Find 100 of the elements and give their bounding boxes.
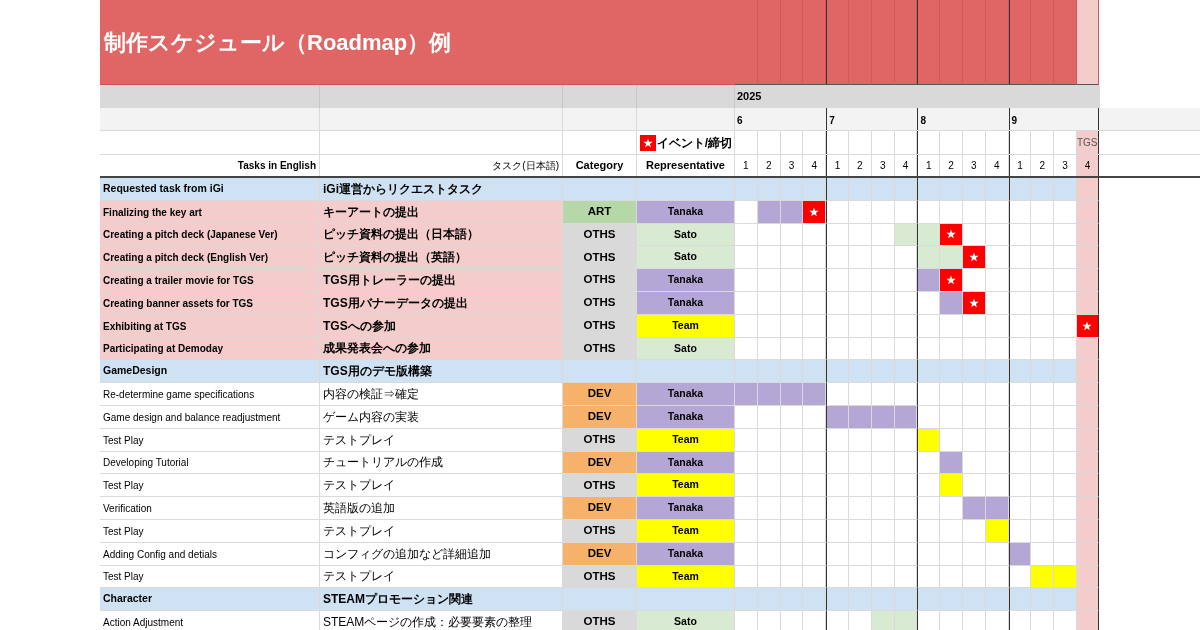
- week-header: 3: [1054, 155, 1077, 176]
- category-tag: DEV: [563, 383, 637, 406]
- week-header: 2: [1031, 155, 1055, 176]
- representative-tag: Team: [637, 428, 735, 452]
- category-tag: DEV: [563, 405, 637, 429]
- task-name: Creating banner assets for TGS: [100, 292, 320, 315]
- representative-tag: Tanaka: [637, 383, 735, 406]
- representative-tag: Tanaka: [637, 451, 735, 475]
- week-header: 1: [735, 155, 758, 176]
- representative-tag: Tanaka: [637, 200, 735, 224]
- month-label: 8: [920, 114, 926, 128]
- representative-tag: Tanaka: [637, 405, 735, 429]
- task-name: Test Play: [100, 428, 320, 452]
- month-label: 6: [737, 114, 743, 128]
- event-note: TGS: [1076, 136, 1098, 150]
- task-name: Game design and balance readjustment: [100, 405, 320, 429]
- category-tag: DEV: [563, 451, 637, 475]
- task-name-japanese: テストプレイ: [320, 474, 563, 498]
- representative-tag: Tanaka: [637, 497, 735, 520]
- category-tag: OTHS: [563, 519, 637, 543]
- year-label: 2025: [737, 89, 762, 105]
- task-name: Exhibiting at TGS: [100, 314, 320, 338]
- task-name-japanese: 英語版の追加: [320, 497, 563, 520]
- category-tag: OTHS: [563, 314, 637, 338]
- task-name: GameDesign: [100, 360, 320, 384]
- task-name: Developing Tutorial: [100, 451, 320, 475]
- representative-tag: Sato: [637, 246, 735, 270]
- week-header: 3: [871, 155, 895, 176]
- task-name: Creating a pitch deck (Japanese Ver): [100, 223, 320, 247]
- task-name: Test Play: [100, 474, 320, 498]
- task-name-japanese: テストプレイ: [320, 565, 563, 589]
- category-tag: OTHS: [563, 246, 637, 270]
- category-tag: OTHS: [563, 611, 637, 630]
- category-tag: OTHS: [563, 269, 637, 292]
- task-name: Character: [100, 588, 320, 612]
- category-tag: OTHS: [563, 428, 637, 452]
- month-label: 7: [829, 114, 835, 128]
- week-header: 2: [849, 155, 872, 176]
- task-name-japanese: iGi運営からリクエストタスク: [320, 178, 563, 201]
- task-name: Action Adjustment: [100, 611, 320, 630]
- task-name-japanese: 成果発表会への参加: [320, 337, 563, 361]
- task-name: Creating a trailer movie for TGS: [100, 269, 320, 292]
- representative-tag: Tanaka: [637, 269, 735, 292]
- representative-tag: Sato: [637, 223, 735, 247]
- task-name: Creating a pitch deck (English Ver): [100, 246, 320, 270]
- week-header: 4: [985, 155, 1009, 176]
- task-name-japanese: ゲーム内容の実装: [320, 405, 563, 429]
- column-header: Category: [563, 155, 637, 176]
- task-name-japanese: TGS用のデモ版構築: [320, 360, 563, 384]
- week-header: 2: [940, 155, 963, 176]
- week-header: 4: [1076, 155, 1099, 176]
- column-header: Tasks in English: [100, 155, 320, 176]
- category-tag: OTHS: [563, 565, 637, 589]
- column-header: Representative: [637, 155, 735, 176]
- category-tag: OTHS: [563, 474, 637, 498]
- task-name: Adding Config and detials: [100, 542, 320, 566]
- task-name-japanese: TGSへの参加: [320, 314, 563, 338]
- task-name: Test Play: [100, 565, 320, 589]
- representative-tag: Team: [637, 565, 735, 589]
- representative-tag: Tanaka: [637, 542, 735, 566]
- task-name: Participating at Demoday: [100, 337, 320, 361]
- sheet-title: 制作スケジュール（Roadmap）例: [104, 28, 452, 57]
- representative-tag: Sato: [637, 611, 735, 630]
- category-tag: OTHS: [563, 337, 637, 361]
- task-name-japanese: TGS用トレーラーの提出: [320, 269, 563, 292]
- category-tag: ART: [563, 200, 637, 224]
- column-header: タスク(日本語): [320, 155, 563, 176]
- task-name-japanese: STEAMページの作成：必要要素の整理: [320, 611, 563, 630]
- representative-tag: Sato: [637, 337, 735, 361]
- task-name-japanese: ピッチ資料の提出（日本語）: [320, 223, 563, 247]
- representative-tag: Team: [637, 474, 735, 498]
- week-header: 4: [803, 155, 827, 176]
- month-label: 9: [1011, 114, 1018, 128]
- task-name-japanese: STEAMプロモーション関連: [320, 588, 563, 612]
- legend-label: イベント/締切: [656, 134, 732, 152]
- week-header: 3: [780, 155, 804, 176]
- task-name-japanese: ピッチ資料の提出（英語）: [320, 246, 563, 270]
- representative-tag: Tanaka: [637, 292, 735, 315]
- task-name-japanese: 内容の検証⇒確定: [320, 383, 563, 406]
- task-name: Verification: [100, 497, 320, 520]
- task-name-japanese: TGS用バナーデータの提出: [320, 292, 563, 315]
- week-header: 1: [1008, 155, 1032, 176]
- task-name: Re-determine game specifications: [100, 383, 320, 406]
- task-name-japanese: チュートリアルの作成: [320, 451, 563, 475]
- task-name-japanese: テストプレイ: [320, 519, 563, 543]
- category-tag: DEV: [563, 542, 637, 566]
- task-name: Test Play: [100, 519, 320, 543]
- representative-tag: Team: [637, 314, 735, 338]
- task-name: Requested task from iGi: [100, 178, 320, 201]
- week-header: 1: [826, 155, 849, 176]
- category-tag: OTHS: [563, 292, 637, 315]
- task-name: Finalizing the key art: [100, 200, 320, 224]
- task-name-japanese: キーアートの提出: [320, 200, 563, 224]
- week-header: 1: [917, 155, 941, 176]
- task-name-japanese: コンフィグの追加など詳細追加: [320, 542, 563, 566]
- week-header: 3: [962, 155, 986, 176]
- representative-tag: Team: [637, 519, 735, 543]
- category-tag: OTHS: [563, 223, 637, 247]
- category-tag: DEV: [563, 497, 637, 520]
- week-header: 2: [757, 155, 781, 176]
